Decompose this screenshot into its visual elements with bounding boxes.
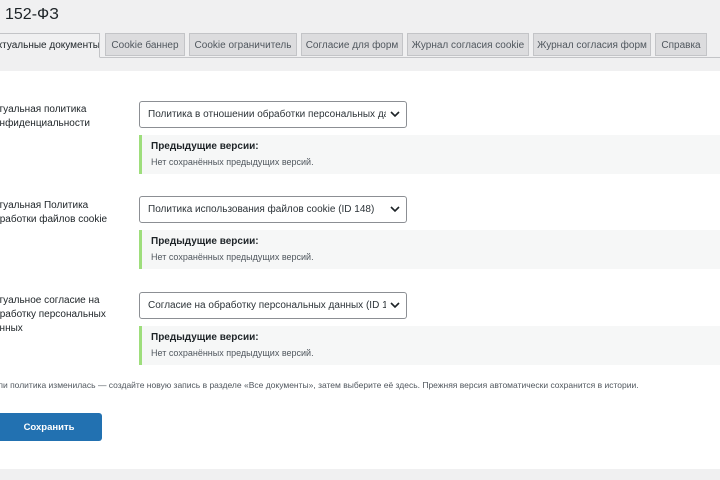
tab-current-documents[interactable]: Актуальные документы [0,33,100,58]
privacy-policy-select-value: Политика в отношении обработки персональ… [148,109,386,120]
history-text: Нет сохранённых предыдущих версий. [151,252,314,262]
cookie-policy-select[interactable]: Политика использования файлов cookie (ID… [139,196,407,223]
personal-data-consent-history: Предыдущие версии: Нет сохранённых преды… [139,326,720,365]
tab-cookie-consent-log[interactable]: Журнал согласия cookie [407,33,529,56]
history-text: Нет сохранённых предыдущих версий. [151,157,314,167]
tab-form-consent[interactable]: Согласие для форм [301,33,403,56]
tab-cookie-blocker[interactable]: Cookie ограничитель [189,33,297,56]
tab-help[interactable]: Справка [655,33,707,56]
tab-cookie-banner[interactable]: Cookie баннер [105,33,185,56]
chevron-down-icon [390,302,400,309]
cookie-policy-select-value: Политика использования файлов cookie (ID… [148,204,375,215]
history-title: Предыдущие версии: [151,332,259,343]
save-settings-button[interactable]: Сохранить настройки [0,413,102,461]
privacy-policy-select[interactable]: Политика в отношении обработки персональ… [139,101,407,128]
settings-panel: ктуальная политика онфиденциальности Пол… [0,71,720,469]
history-title: Предыдущие версии: [151,141,259,152]
history-text: Нет сохранённых предыдущих версий. [151,348,314,358]
privacy-policy-history: Предыдущие версии: Нет сохранённых преды… [139,135,720,174]
personal-data-consent-label: ктуальное согласие на бработку персональ… [0,295,106,334]
chevron-down-icon [390,206,400,213]
personal-data-consent-select[interactable]: Согласие на обработку персональных данны… [139,292,407,319]
cookie-policy-history: Предыдущие версии: Нет сохранённых преды… [139,230,720,269]
tab-bar: Актуальные документы Cookie баннер Cooki… [0,33,720,58]
history-title: Предыдущие версии: [151,236,259,247]
personal-data-consent-select-value: Согласие на обработку персональных данны… [148,300,386,311]
tab-form-consent-log[interactable]: Журнал согласия форм [533,33,651,56]
cookie-policy-label: ктуальная Политика бработки файлов cooki… [0,200,108,225]
help-text: ли политика изменилась — создайте новую … [0,380,639,390]
page-title: 152-ФЗ [5,6,59,23]
chevron-down-icon [390,111,400,118]
privacy-policy-label: ктуальная политика онфиденциальности [0,104,90,129]
